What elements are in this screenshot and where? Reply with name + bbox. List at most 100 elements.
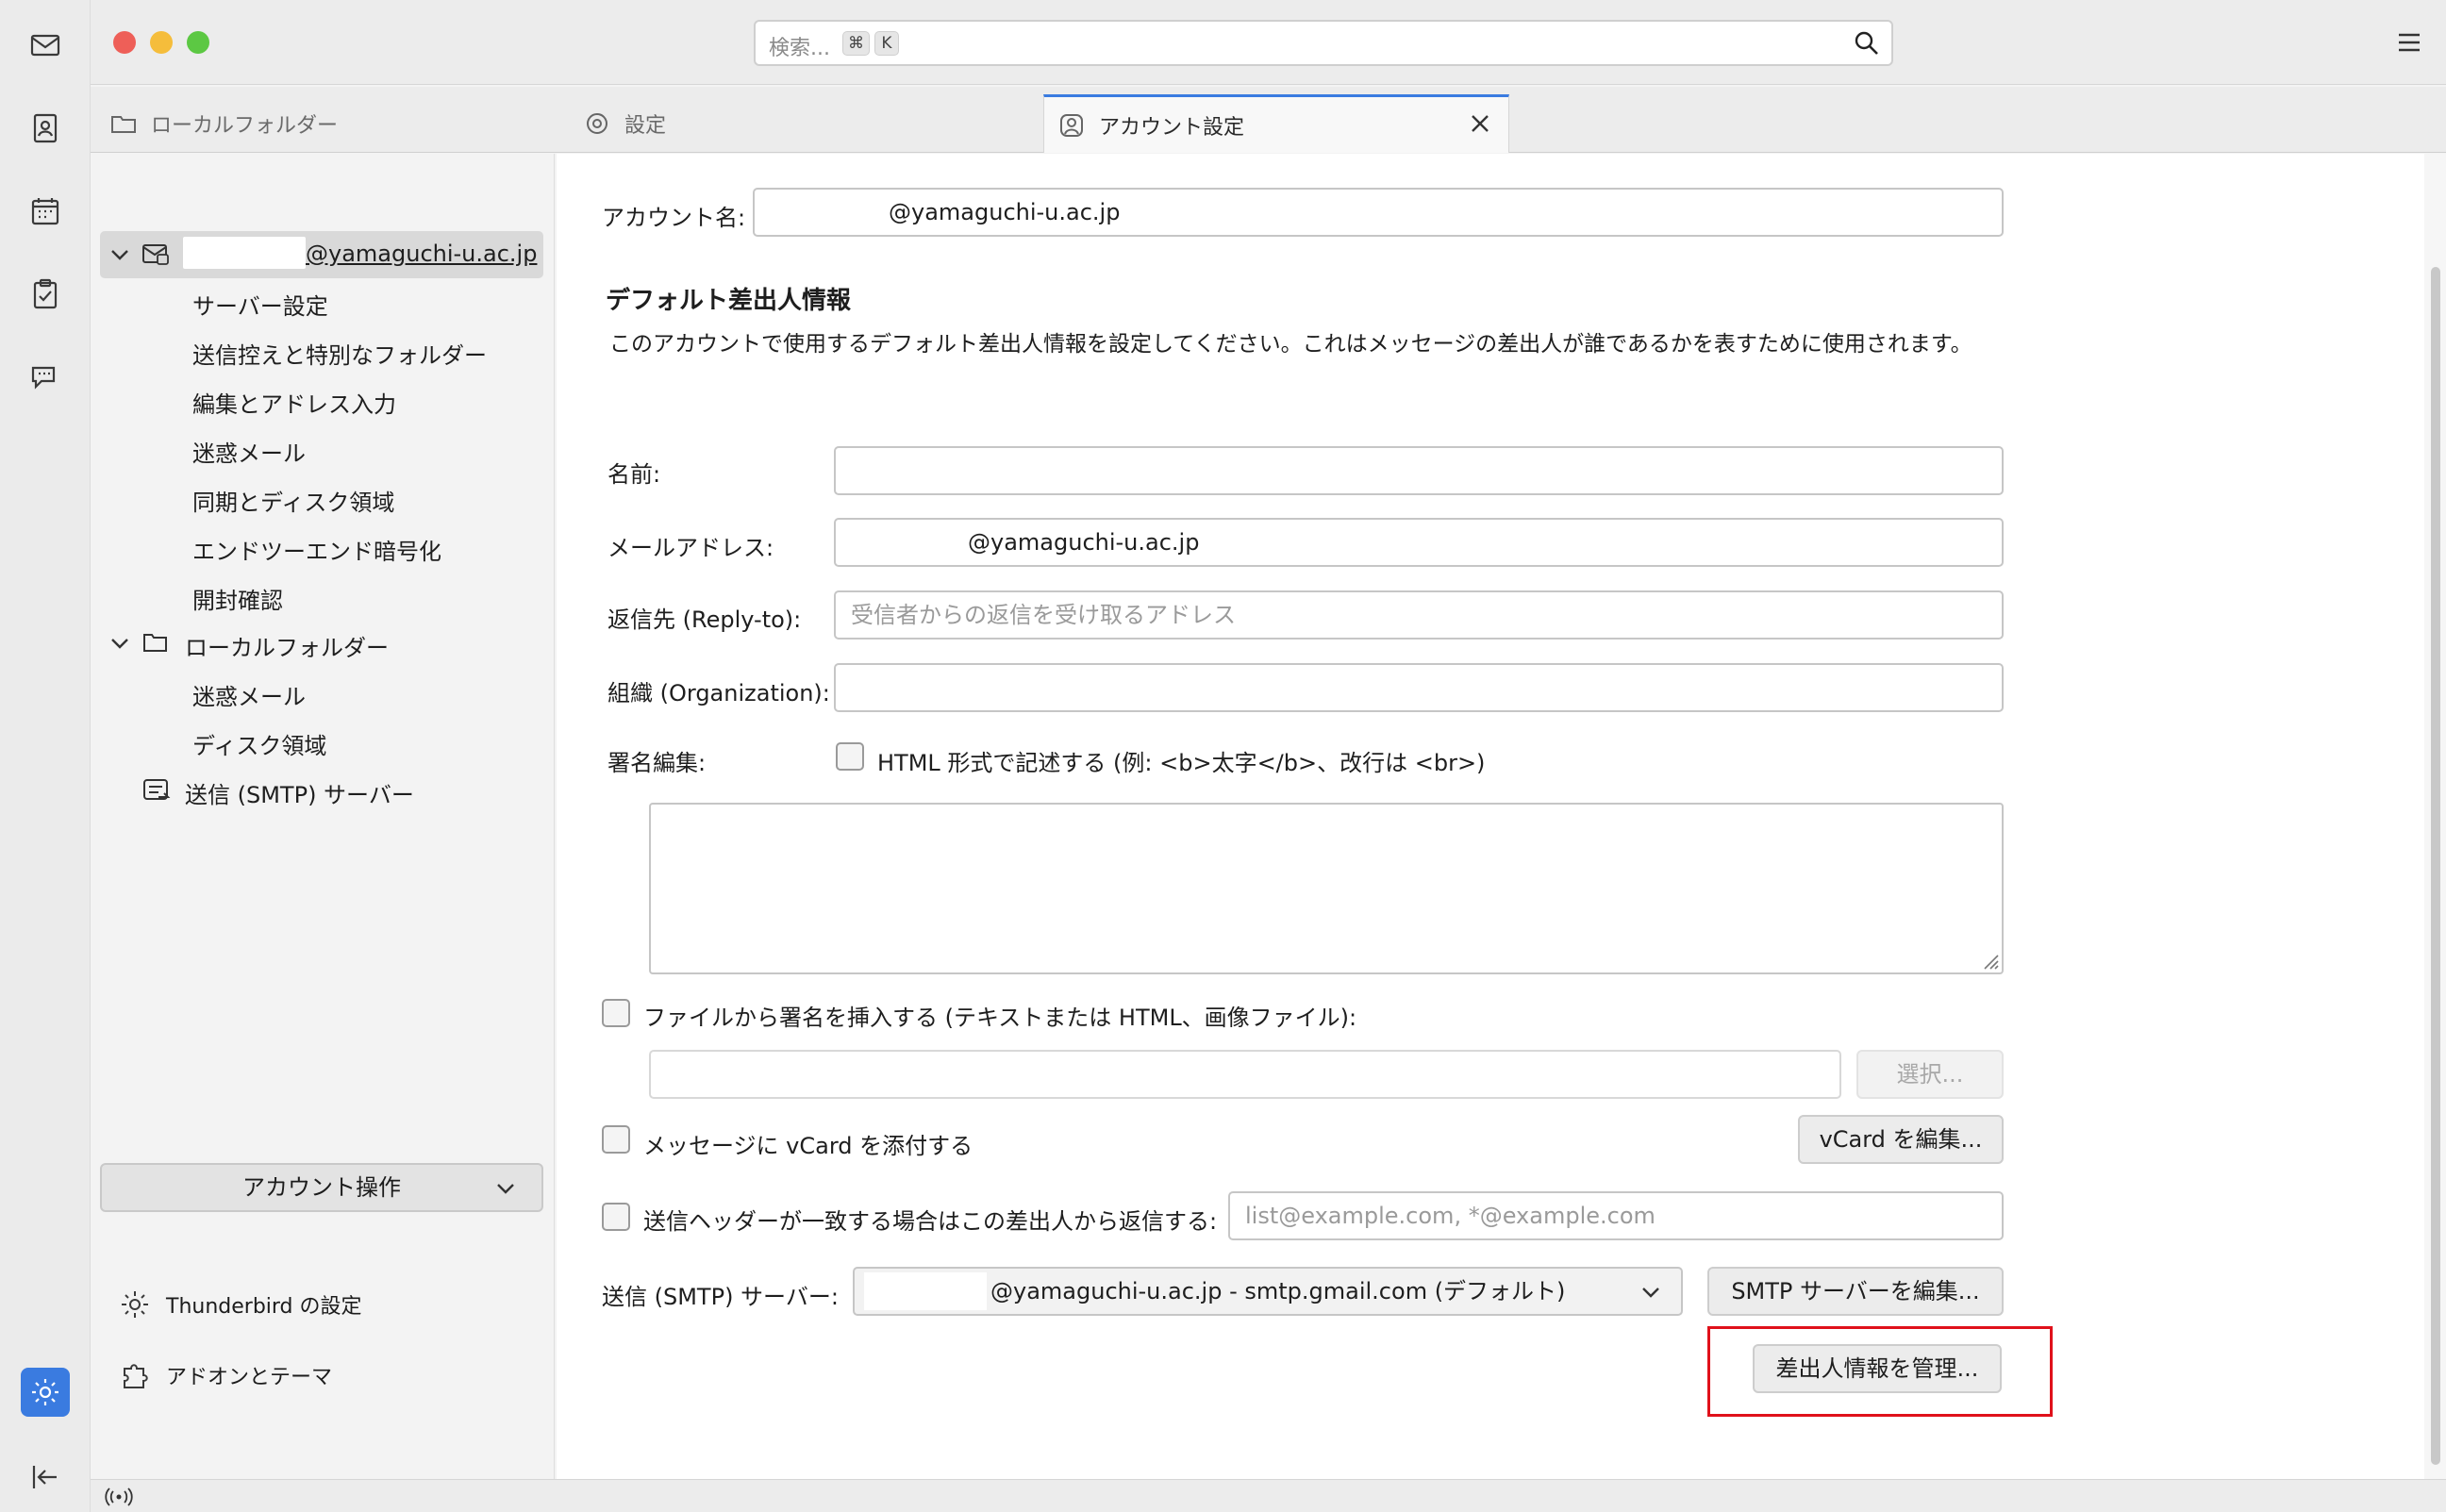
global-search-input[interactable]: 検索... ⌘ K (754, 20, 1893, 66)
thunderbird-settings-label: Thunderbird の設定 (166, 1295, 362, 1319)
edit-smtp-button[interactable]: SMTP サーバーを編集... (1707, 1267, 2004, 1316)
addons-themes-label: アドオンとテーマ (166, 1366, 333, 1389)
reply-header-placeholder: list@example.com, *@example.com (1245, 1203, 1656, 1229)
html-signature-checkbox-label: HTML 形式で記述する (例: <b>太字</b>、改行は <br>) (877, 750, 1486, 776)
replyto-placeholder: 受信者からの返信を受け取るアドレス (851, 602, 1236, 628)
chevron-down-icon[interactable] (109, 633, 130, 654)
file-signature-label: ファイルから署名を挿入する (テキストまたは HTML、画像ファイル): (643, 1005, 1357, 1031)
collapse-toolbar-button[interactable] (21, 1453, 70, 1502)
tab-settings[interactable]: 設定 (583, 94, 1121, 153)
search-placeholder: 検索... (769, 37, 830, 60)
signature-file-path-input[interactable] (649, 1050, 1841, 1099)
vcard-checkbox[interactable] (602, 1125, 630, 1154)
chevron-down-icon[interactable] (109, 244, 130, 265)
tab-label: ローカルフォルダー (151, 114, 339, 138)
tree-item-composition[interactable]: 編集とアドレス入力 (192, 386, 396, 419)
organization-input[interactable] (834, 663, 2004, 712)
tab-bar: ローカルフォルダー 設定 アカウント設定 (91, 87, 2446, 153)
smtp-server-select[interactable]: @yamaguchi-u.ac.jp - smtp.gmail.com (デフォ… (853, 1267, 1683, 1316)
redacted-username (183, 237, 306, 269)
kbd-command: ⌘ (842, 31, 870, 56)
addons-themes-link[interactable]: アドオンとテーマ (119, 1356, 332, 1394)
gear-icon (122, 1291, 148, 1318)
online-status-icon[interactable] (104, 1485, 134, 1509)
account-name-label: @yamaguchi-u.ac.jp (306, 241, 538, 267)
account-name-input[interactable]: @yamaguchi-u.ac.jp (753, 188, 2004, 237)
name-label: 名前: (607, 461, 661, 488)
close-window-button[interactable] (113, 31, 136, 54)
title-bar: 検索... ⌘ K (91, 0, 2446, 85)
tree-item-receipts[interactable]: 開封確認 (192, 582, 283, 615)
tree-item-local-folders[interactable]: ローカルフォルダー (185, 629, 389, 662)
account-actions-button[interactable]: アカウント操作 (100, 1163, 543, 1212)
tree-item-junk[interactable]: 迷惑メール (192, 435, 306, 468)
account-tree: @yamaguchi-u.ac.jp サーバー設定 送信控えと特別なフォルダー … (91, 154, 555, 1479)
organization-label: 組織 (Organization): (607, 680, 830, 706)
mail-account-icon (142, 244, 169, 265)
signature-textarea[interactable] (649, 803, 2004, 974)
tree-item-copies-folders[interactable]: 送信控えと特別なフォルダー (192, 337, 487, 370)
highlight-box (1707, 1326, 2053, 1417)
status-bar (91, 1479, 2446, 1512)
tree-item-sync-disk[interactable]: 同期とディスク領域 (192, 484, 394, 517)
tree-item-smtp[interactable]: 送信 (SMTP) サーバー (185, 776, 414, 809)
tree-item-e2e[interactable]: エンドツーエンド暗号化 (192, 533, 441, 566)
reply-header-checkbox[interactable] (602, 1203, 630, 1231)
edit-vcard-button[interactable]: vCard を編集... (1798, 1115, 2004, 1164)
resize-grip-icon[interactable] (1979, 950, 2000, 971)
settings-space-button[interactable] (21, 1368, 70, 1417)
account-name-value: @yamaguchi-u.ac.jp (889, 199, 1121, 225)
address-book-icon (33, 113, 58, 143)
email-label: メールアドレス: (607, 535, 774, 561)
replyto-input[interactable]: 受信者からの返信を受け取るアドレス (834, 590, 2004, 640)
account-tree-row-account[interactable]: @yamaguchi-u.ac.jp (100, 231, 543, 278)
reply-header-input[interactable]: list@example.com, *@example.com (1228, 1191, 2004, 1240)
tab-local-folders[interactable]: ローカルフォルダー (109, 94, 574, 153)
chevron-down-icon (1642, 1288, 1659, 1298)
scrollbar-thumb[interactable] (2431, 267, 2440, 1465)
smtp-label: 送信 (SMTP) サーバー: (602, 1284, 839, 1310)
minimize-window-button[interactable] (150, 31, 173, 54)
tab-label: 設定 (624, 114, 667, 138)
choose-file-button[interactable]: 選択... (1856, 1050, 2004, 1099)
kbd-k: K (874, 31, 899, 56)
close-icon[interactable] (1467, 110, 1493, 137)
reply-header-label: 送信ヘッダーが一致する場合はこの差出人から返信する: (643, 1208, 1218, 1235)
collapse-left-icon (32, 1466, 57, 1488)
name-input[interactable] (834, 446, 2004, 495)
account-icon (1060, 113, 1083, 137)
mail-space-button[interactable] (21, 21, 70, 70)
account-name-label: アカウント名: (602, 205, 746, 231)
chat-space-button[interactable] (21, 353, 70, 402)
vcard-label: メッセージに vCard を添付する (643, 1133, 973, 1159)
section-title: デフォルト差出人情報 (606, 287, 852, 315)
tree-item-local-disk[interactable]: ディスク領域 (192, 727, 326, 760)
section-description: このアカウントで使用するデフォルト差出人情報を設定してください。これはメッセージ… (609, 332, 1972, 357)
search-icon[interactable] (1854, 30, 1880, 57)
html-signature-checkbox[interactable] (836, 742, 864, 771)
gear-icon (32, 1379, 58, 1405)
spaces-toolbar (0, 0, 91, 1512)
tree-item-local-junk[interactable]: 迷惑メール (192, 678, 306, 711)
thunderbird-settings-link[interactable]: Thunderbird の設定 (119, 1286, 362, 1323)
tab-label: アカウント設定 (1099, 115, 1245, 140)
tree-item-server-settings[interactable]: サーバー設定 (192, 288, 328, 321)
mail-icon (30, 34, 60, 57)
email-value: @yamaguchi-u.ac.jp (968, 529, 1200, 556)
calendar-space-button[interactable] (21, 187, 70, 236)
tasks-space-button[interactable] (21, 270, 70, 319)
email-input[interactable]: @yamaguchi-u.ac.jp (834, 518, 2004, 567)
smtp-server-value: @yamaguchi-u.ac.jp - smtp.gmail.com (デフォ… (990, 1278, 1566, 1304)
address-book-space-button[interactable] (21, 104, 70, 153)
outgoing-server-icon (143, 779, 171, 800)
tasks-icon (33, 278, 58, 309)
hamburger-menu-icon[interactable] (2395, 28, 2423, 57)
content-scrollbar[interactable] (2424, 154, 2446, 1479)
folder-icon (111, 116, 136, 133)
folder-icon (143, 634, 167, 652)
redacted-username (864, 1272, 987, 1310)
tab-account-settings[interactable]: アカウント設定 (1043, 94, 1509, 153)
file-signature-checkbox[interactable] (602, 999, 630, 1027)
account-actions-label: アカウント操作 (242, 1174, 401, 1201)
maximize-window-button[interactable] (187, 31, 209, 54)
